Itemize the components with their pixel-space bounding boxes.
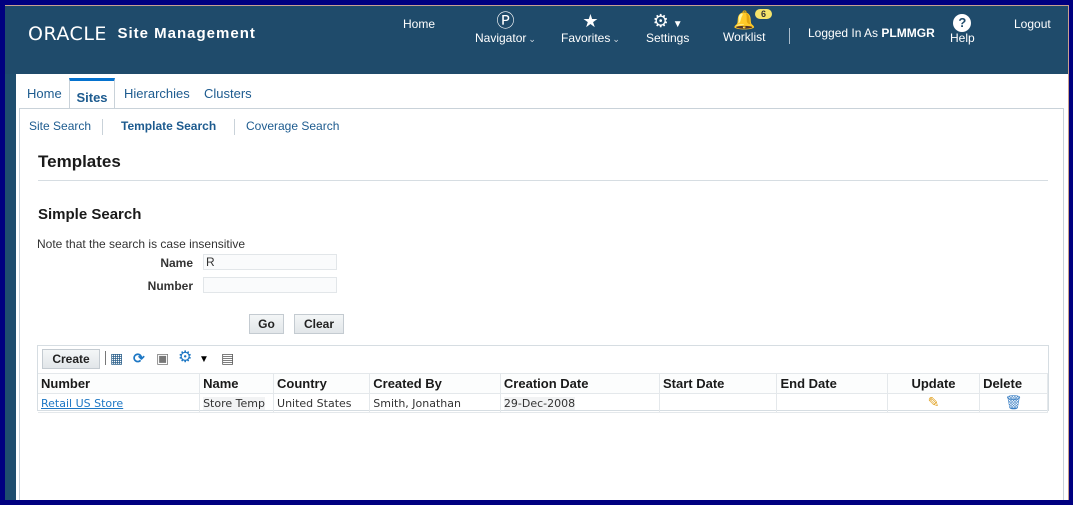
- help-icon: ?: [950, 11, 975, 32]
- subtab-template-search[interactable]: Template Search: [121, 119, 216, 133]
- tab-sites[interactable]: Sites: [69, 78, 115, 108]
- column-header-country[interactable]: Country: [273, 373, 371, 394]
- nav-settings-label: Settings: [646, 31, 690, 45]
- oracle-logo: ORACLE Site Management: [28, 23, 256, 46]
- column-header-name[interactable]: Name: [199, 373, 275, 394]
- cell-country: United States: [273, 393, 371, 413]
- name-label: Name: [160, 256, 193, 270]
- tab-bar: Home Sites Hierarchies Clusters: [16, 78, 1068, 108]
- cell-delete: 🗑: [979, 393, 1048, 413]
- simple-search-title: Simple Search: [38, 206, 142, 223]
- cell-start-date: [659, 393, 778, 413]
- logged-in-as: Logged In As PLMMGR: [808, 26, 935, 40]
- nav-worklist-label: Worklist: [723, 30, 766, 44]
- brand-logo-text: ORACLE: [28, 23, 107, 45]
- cell-end-date: [776, 393, 888, 413]
- subtab-separator: [234, 119, 235, 135]
- go-button[interactable]: Go: [249, 314, 284, 334]
- results-table-container: Create ▦ ⟳ ▣ ⚙ ▼ ▤ Number Name Country C…: [37, 345, 1049, 413]
- nav-favorites-label: Favorites: [561, 31, 611, 45]
- table-header-row: Number Name Country Created By Creation …: [38, 373, 1048, 394]
- worklist-count-badge: 6: [755, 9, 773, 19]
- columns-icon[interactable]: ▤: [221, 351, 234, 365]
- column-header-creation-date[interactable]: Creation Date: [500, 373, 660, 394]
- logged-in-prefix: Logged In As: [808, 26, 879, 40]
- pencil-edit-icon[interactable]: ✎: [928, 395, 940, 411]
- template-creation-date: 29-Dec-2008: [503, 396, 576, 410]
- column-header-end-date[interactable]: End Date: [776, 373, 888, 394]
- nav-logout[interactable]: Logout: [1014, 17, 1051, 31]
- subtab-coverage-search[interactable]: Coverage Search: [246, 119, 339, 133]
- column-header-number[interactable]: Number: [38, 373, 201, 394]
- nav-home-label: Home: [403, 17, 436, 31]
- caret-down-icon: ▼: [672, 19, 683, 30]
- main-content: Home Sites Hierarchies Clusters Site Sea…: [16, 74, 1068, 500]
- table-toolbar: Create ▦ ⟳ ▣ ⚙ ▼ ▤: [38, 346, 1048, 372]
- tab-panel: Site Search Template Search Coverage Sea…: [19, 108, 1064, 500]
- create-button[interactable]: Create: [42, 349, 100, 369]
- chevron-down-icon: ⌄: [528, 34, 536, 44]
- nav-settings[interactable]: ⚙ ▼ Settings: [646, 11, 689, 45]
- template-country: United States: [277, 396, 352, 410]
- column-header-update: Update: [887, 373, 981, 394]
- reset-icon[interactable]: ▣: [156, 351, 169, 365]
- toolbar-separator: [105, 351, 106, 365]
- cell-name: Store Temp: [199, 393, 275, 413]
- subtab-site-search[interactable]: Site Search: [29, 119, 91, 133]
- nav-help-label: Help: [950, 31, 975, 45]
- page-title: Templates: [38, 152, 121, 171]
- app-title: Site Management: [117, 25, 256, 42]
- clear-button[interactable]: Clear: [294, 314, 344, 334]
- number-label: Number: [147, 279, 193, 293]
- chevron-down-icon: ⌄: [612, 34, 620, 44]
- tab-hierarchies[interactable]: Hierarchies: [124, 86, 190, 101]
- nav-logout-label: Logout: [1014, 17, 1051, 31]
- cell-created-by: Smith, Jonathan: [369, 393, 501, 413]
- column-header-delete: Delete: [979, 373, 1048, 394]
- column-header-start-date[interactable]: Start Date: [659, 373, 778, 394]
- title-divider: [38, 180, 1048, 181]
- star-icon: ★: [582, 11, 599, 31]
- template-name: Store Temp: [203, 396, 265, 410]
- cell-number: Retail US Store: [38, 393, 201, 413]
- table-row: Retail US Store Store Temp United States…: [38, 393, 1048, 413]
- number-input[interactable]: [203, 277, 337, 293]
- results-table: Number Name Country Created By Creation …: [38, 373, 1048, 413]
- nav-worklist[interactable]: 🔔 6 Worklist: [723, 9, 773, 44]
- header-divider: [789, 28, 790, 44]
- name-input[interactable]: [203, 254, 337, 270]
- subtab-separator: [102, 119, 103, 135]
- window-frame: ORACLE Site Management Home Ⓟ Navigator ⌄…: [5, 5, 1069, 500]
- caret-down-icon[interactable]: ▼: [199, 353, 209, 367]
- nav-help[interactable]: ? Help: [950, 11, 975, 45]
- cell-creation-date: 29-Dec-2008: [500, 393, 660, 413]
- search-note: Note that the search is case insensitive: [37, 237, 246, 251]
- nav-favorites[interactable]: ★ Favorites ⌄: [561, 11, 620, 45]
- settings-gear-icon[interactable]: ⚙: [178, 350, 192, 366]
- trash-delete-icon[interactable]: 🗑: [1005, 395, 1023, 411]
- tab-home[interactable]: Home: [27, 86, 62, 101]
- template-number-link[interactable]: Retail US Store: [41, 397, 123, 410]
- nav-navigator-label: Navigator: [475, 31, 527, 45]
- refresh-icon[interactable]: ⟳: [133, 351, 145, 365]
- column-header-created-by[interactable]: Created By: [369, 373, 501, 394]
- compass-icon: Ⓟ: [496, 11, 515, 31]
- detach-icon[interactable]: ▦: [110, 351, 123, 365]
- nav-navigator[interactable]: Ⓟ Navigator ⌄: [475, 11, 536, 45]
- nav-home[interactable]: Home: [403, 17, 435, 31]
- tab-clusters[interactable]: Clusters: [204, 86, 252, 101]
- global-header: ORACLE Site Management Home Ⓟ Navigator ⌄…: [5, 6, 1068, 74]
- template-created-by: Smith, Jonathan: [373, 396, 461, 410]
- username: PLMMGR: [881, 26, 935, 40]
- gear-icon: ⚙ ▼: [652, 11, 683, 31]
- cell-update: ✎: [887, 393, 981, 413]
